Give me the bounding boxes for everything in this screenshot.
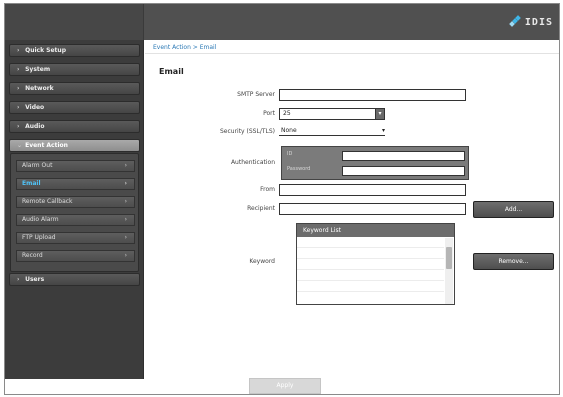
chevron-right-icon: ›	[17, 123, 20, 130]
chevron-right-icon: ›	[17, 104, 20, 111]
sidebar-item-label: Users	[25, 276, 45, 283]
auth-id-input[interactable]	[342, 151, 465, 161]
sidebar-item-label: Event Action	[25, 142, 68, 149]
logo-mark-icon	[509, 15, 522, 28]
sidebar-item-video[interactable]: › Video	[9, 101, 140, 114]
submenu-item-label: FTP Upload	[22, 234, 56, 241]
chevron-right-icon: ›	[124, 162, 127, 169]
port-value: 25	[283, 110, 291, 117]
recipient-input[interactable]	[279, 203, 466, 215]
keyword-list-header: Keyword List	[297, 224, 454, 237]
sidebar-item-audio[interactable]: › Audio	[9, 120, 140, 133]
auth-password-input[interactable]	[342, 166, 465, 176]
chevron-right-icon: ›	[124, 216, 127, 223]
sidebar-item-label: System	[25, 66, 51, 73]
submenu-item-label: Audio Alarm	[22, 216, 59, 223]
chevron-right-icon: ›	[17, 66, 20, 73]
security-label: Security (SSL/TLS)	[219, 128, 275, 135]
list-item[interactable]	[297, 281, 444, 292]
remove-button[interactable]: Remove...	[473, 253, 554, 270]
port-label: Port	[263, 110, 275, 117]
auth-id-label: ID	[287, 151, 293, 157]
list-item[interactable]	[297, 259, 444, 270]
sidebar-item-users[interactable]: › Users	[9, 273, 140, 286]
keyword-list[interactable]: Keyword List	[296, 223, 455, 305]
sidebar-item-label: Quick Setup	[25, 47, 66, 54]
chevron-down-icon: ⌄	[17, 142, 23, 149]
sidebar-item-event-action[interactable]: ⌄ Event Action	[9, 139, 140, 152]
submenu-item-label: Remote Callback	[22, 198, 73, 205]
submenu-item-label: Record	[22, 252, 43, 259]
port-select[interactable]: 25 ▾	[279, 108, 385, 120]
sidebar-item-label: Video	[25, 104, 45, 111]
keyword-list-scrollbar[interactable]	[445, 238, 453, 304]
submenu-item-label: Email	[22, 180, 41, 187]
sidebar-item-label: Audio	[25, 123, 45, 130]
authentication-box: ID Password	[281, 146, 469, 180]
sidebar-item-label: Network	[25, 85, 54, 92]
app-window: IDIS › Quick Setup › System › Network › …	[4, 3, 560, 395]
chevron-right-icon: ›	[124, 234, 127, 241]
apply-button[interactable]: Apply	[249, 378, 321, 394]
scrollbar-thumb[interactable]	[446, 247, 452, 269]
submenu-item-alarm-out[interactable]: Alarm Out ›	[16, 160, 135, 172]
auth-password-label: Password	[287, 166, 311, 172]
chevron-right-icon: ›	[124, 252, 127, 259]
authentication-label: Authentication	[230, 159, 275, 166]
submenu-item-email[interactable]: Email ›	[16, 178, 135, 190]
submenu-item-remote-callback[interactable]: Remote Callback ›	[16, 196, 135, 208]
list-item[interactable]	[297, 248, 444, 259]
sidebar: › Quick Setup › System › Network › Video…	[5, 40, 144, 379]
sidebar-item-system[interactable]: › System	[9, 63, 140, 76]
chevron-right-icon: ›	[17, 276, 20, 283]
dropdown-arrow-icon: ▾	[381, 127, 385, 134]
logo: IDIS	[509, 14, 553, 30]
from-input[interactable]	[279, 184, 466, 196]
submenu-item-label: Alarm Out	[22, 162, 53, 169]
page-title: Email	[159, 67, 184, 76]
add-button[interactable]: Add...	[473, 201, 554, 218]
chevron-right-icon: ›	[17, 47, 20, 54]
submenu-item-ftp-upload[interactable]: FTP Upload ›	[16, 232, 135, 244]
logo-text: IDIS	[524, 16, 553, 28]
spin-button-icon[interactable]: ▾	[375, 108, 385, 120]
chevron-right-icon: ›	[124, 198, 127, 205]
top-header: IDIS	[5, 4, 559, 40]
breadcrumb[interactable]: Event Action > Email	[153, 44, 216, 51]
smtp-server-label: SMTP Server	[237, 91, 275, 98]
keyword-label: Keyword	[249, 258, 275, 265]
security-select[interactable]: None ▾	[279, 126, 385, 136]
list-item[interactable]	[297, 270, 444, 281]
event-action-submenu: Alarm Out › Email › Remote Callback › Au…	[10, 153, 139, 272]
recipient-label: Recipient	[247, 205, 275, 212]
sidebar-item-quick-setup[interactable]: › Quick Setup	[9, 44, 140, 57]
smtp-server-input[interactable]	[279, 89, 466, 101]
chevron-right-icon: ›	[17, 85, 20, 92]
submenu-item-audio-alarm[interactable]: Audio Alarm ›	[16, 214, 135, 226]
from-label: From	[260, 186, 275, 193]
security-value: None	[281, 127, 297, 134]
list-item[interactable]	[297, 237, 444, 248]
content-divider	[145, 53, 559, 54]
header-left-panel	[5, 4, 144, 40]
chevron-right-icon: ›	[124, 180, 127, 187]
submenu-item-record[interactable]: Record ›	[16, 250, 135, 262]
sidebar-item-network[interactable]: › Network	[9, 82, 140, 95]
